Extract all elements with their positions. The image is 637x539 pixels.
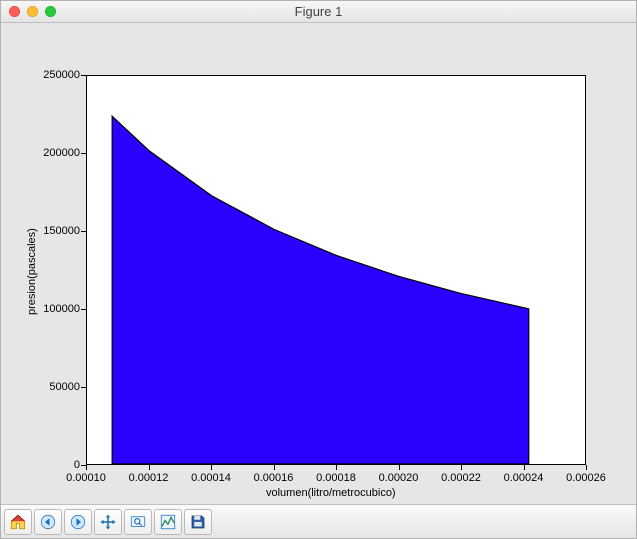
zoom-icon[interactable] [45, 6, 56, 17]
subplots-button[interactable] [154, 509, 182, 535]
x-tick-label: 0.00022 [441, 472, 481, 484]
y-tick [81, 309, 86, 310]
arrow-right-icon [69, 513, 87, 531]
close-icon[interactable] [9, 6, 20, 17]
x-tick-label: 0.00024 [504, 472, 544, 484]
x-tick-label: 0.00018 [316, 472, 356, 484]
y-tick-label: 250000 [40, 69, 80, 81]
y-tick-label: 200000 [40, 147, 80, 159]
zoom-button[interactable] [124, 509, 152, 535]
x-tick [461, 465, 462, 470]
x-tick [524, 465, 525, 470]
area-series [112, 116, 529, 464]
y-tick [81, 387, 86, 388]
save-button[interactable] [184, 509, 212, 535]
x-tick-label: 0.00012 [129, 472, 169, 484]
axes-area [86, 75, 586, 465]
pan-button[interactable] [94, 509, 122, 535]
subplots-icon [159, 513, 177, 531]
y-tick [81, 153, 86, 154]
y-tick [81, 231, 86, 232]
y-tick [81, 75, 86, 76]
x-tick [211, 465, 212, 470]
x-tick [399, 465, 400, 470]
titlebar: Figure 1 [1, 1, 636, 23]
y-tick [81, 465, 86, 466]
y-axis-label: presion(pascales) [26, 228, 38, 315]
figure-window: Figure 1 volumen(litro/metrocubico) pres… [0, 0, 637, 539]
forward-button[interactable] [64, 509, 92, 535]
nav-toolbar [1, 505, 636, 538]
x-tick [274, 465, 275, 470]
x-tick-label: 0.00016 [254, 472, 294, 484]
y-tick-label: 0 [70, 459, 80, 471]
x-tick-label: 0.00014 [191, 472, 231, 484]
minimize-icon[interactable] [27, 6, 38, 17]
y-tick-label: 150000 [40, 225, 80, 237]
home-button[interactable] [4, 509, 32, 535]
x-tick [586, 465, 587, 470]
arrow-left-icon [39, 513, 57, 531]
move-icon [99, 513, 117, 531]
x-tick [86, 465, 87, 470]
x-tick [149, 465, 150, 470]
home-icon [9, 513, 27, 531]
x-tick-label: 0.00010 [66, 472, 106, 484]
x-axis-label: volumen(litro/metrocubico) [266, 487, 396, 499]
back-button[interactable] [34, 509, 62, 535]
x-tick [336, 465, 337, 470]
floppy-icon [189, 513, 207, 531]
figure-canvas[interactable]: volumen(litro/metrocubico) presion(pasca… [1, 23, 636, 505]
zoom-rect-icon [129, 513, 147, 531]
x-tick-label: 0.00026 [566, 472, 606, 484]
y-tick-label: 100000 [40, 303, 80, 315]
window-controls [9, 6, 56, 17]
x-tick-label: 0.00020 [379, 472, 419, 484]
y-tick-label: 50000 [46, 381, 80, 393]
window-title: Figure 1 [1, 4, 636, 19]
plot-area [87, 76, 585, 464]
